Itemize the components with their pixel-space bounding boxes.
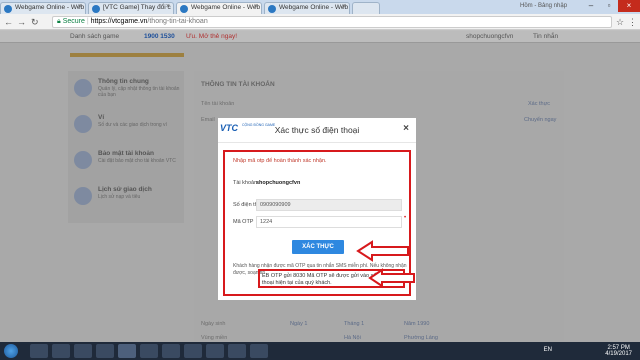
clock[interactable]: 2:57 PM 4/19/2017 — [605, 345, 632, 357]
explorer-icon[interactable] — [30, 344, 48, 358]
user-icon — [74, 79, 92, 97]
sidebar-item-security[interactable]: Bảo mật tài khoản Cài đặt bảo mật cho tà… — [74, 147, 180, 177]
site-header: Danh sách game 1900 1530 Ưu. Mở thẻ ngay… — [0, 31, 640, 43]
close-window-icon[interactable]: × — [618, 0, 640, 12]
modal-title: Xác thực số điện thoại — [274, 125, 360, 135]
minimize-icon[interactable]: – — [582, 0, 600, 12]
url-input[interactable]: 🔒︎ Secure | https://vtcgame.vn/thong-tin… — [52, 16, 612, 28]
close-tab-icon[interactable]: × — [342, 3, 346, 10]
game-list-link[interactable]: Danh sách game — [70, 33, 119, 40]
app-icon[interactable] — [184, 344, 202, 358]
language-indicator[interactable]: EN — [544, 347, 552, 353]
otp-label: Mã OTP — [233, 219, 254, 225]
close-tab-icon[interactable]: × — [166, 3, 170, 10]
shield-icon — [74, 151, 92, 169]
messages-link[interactable]: Tin nhắn — [533, 33, 558, 40]
account-label: Tài khoản: — [233, 180, 259, 186]
divider — [218, 142, 416, 143]
close-tab-icon[interactable]: × — [78, 3, 82, 10]
phone-field: 0909090909 — [256, 199, 402, 211]
account-value: shopchuongcfvn — [256, 180, 301, 186]
vtc-favicon-icon — [92, 5, 100, 13]
close-icon[interactable]: × — [403, 123, 409, 134]
sidebar-item-wallet[interactable]: Ví Số dư và các giao dịch trong ví — [74, 111, 180, 141]
arrow-annotation — [368, 268, 415, 288]
required-marker: • — [404, 215, 407, 221]
forward-arrow-icon[interactable]: → — [17, 17, 26, 27]
excel-icon[interactable] — [206, 344, 224, 358]
browser-tab-bar: Webgame Online - Web × [VTC Game] Thay đ… — [0, 0, 640, 14]
reload-icon[interactable]: ↻ — [31, 17, 39, 28]
star-icon[interactable]: ☆ — [616, 17, 624, 28]
sidebar: Thông tin chung Quản lý, cập nhật thông … — [68, 71, 184, 223]
confirm-button[interactable]: XÁC THỰC — [292, 240, 344, 254]
folder-icon[interactable] — [74, 344, 92, 358]
vtc-favicon-icon — [268, 5, 276, 13]
maximize-icon[interactable]: ▫ — [600, 0, 618, 12]
progress-bar — [70, 53, 184, 57]
hotline: 1900 1530 — [144, 33, 175, 40]
app-icon[interactable] — [140, 344, 158, 358]
app-icon[interactable] — [250, 344, 268, 358]
otp-note: Nhập mã otp để hoàn thành xác nhận. — [233, 158, 327, 164]
wallet-icon — [74, 115, 92, 133]
browser-tab[interactable]: Webgame Online - Web × — [0, 2, 86, 14]
new-tab-button[interactable] — [352, 2, 380, 14]
browser-tab[interactable]: Webgame Online - Web × — [264, 2, 350, 14]
arrow-annotation — [356, 240, 409, 262]
app-icon[interactable] — [228, 344, 246, 358]
menu-icon[interactable]: ⋮ — [628, 17, 637, 28]
promo-link[interactable]: Ưu. Mở thẻ ngay! — [186, 33, 237, 40]
app-icon[interactable] — [162, 344, 180, 358]
lock-icon: 🔒︎ — [57, 18, 61, 25]
window-controls: – ▫ × — [582, 0, 640, 14]
sidebar-item-general[interactable]: Thông tin chung Quản lý, cập nhật thông … — [74, 75, 180, 105]
explorer-icon[interactable] — [96, 344, 114, 358]
vtc-favicon-icon — [180, 5, 188, 13]
back-arrow-icon[interactable]: ← — [4, 17, 13, 27]
windows-taskbar: EN 2:57 PM 4/19/2017 — [0, 342, 640, 360]
browser-tab-active[interactable]: Webgame Online - Web × — [176, 2, 262, 14]
vtc-favicon-icon — [4, 5, 12, 13]
sidebar-item-history[interactable]: Lịch sử giao dịch Lịch sử nạp và tiêu — [74, 183, 180, 213]
verify-link[interactable]: Xác thực — [528, 101, 550, 107]
profile-label: Hồm - Bảng nhập — [520, 3, 568, 9]
start-icon[interactable] — [4, 344, 18, 358]
browser-tab[interactable]: [VTC Game] Thay đổi c × — [88, 2, 174, 14]
close-tab-icon[interactable]: × — [254, 3, 258, 10]
transfer-link[interactable]: Chuyển ngay — [524, 117, 556, 123]
media-player-icon[interactable] — [52, 344, 70, 358]
otp-input[interactable]: 1224 — [256, 216, 402, 228]
address-bar: ← → ↻ 🔒︎ Secure | https://vtcgame.vn/tho… — [0, 14, 640, 30]
chrome-icon[interactable] — [118, 344, 136, 358]
history-icon — [74, 187, 92, 205]
username-menu[interactable]: shopchuongcfvn — [466, 33, 513, 40]
